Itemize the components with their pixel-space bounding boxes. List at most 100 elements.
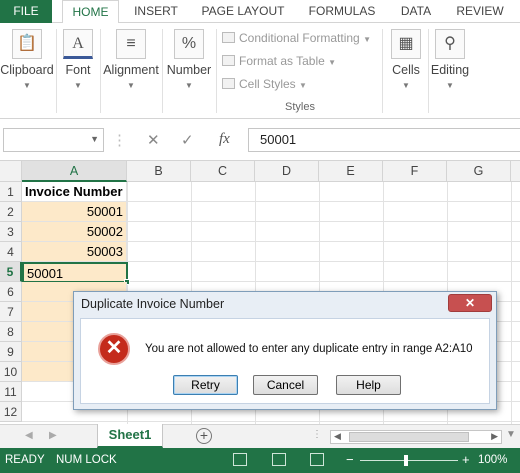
chevron-down-icon: ▼ [328,58,337,67]
sheet-prev-icon[interactable]: ◀ [25,430,33,441]
tab-split-grip-icon[interactable]: ⋮ [312,429,322,440]
scroll-down-icon[interactable]: ▼ [506,429,516,440]
sheet-tab-sheet1[interactable]: Sheet1 [97,424,163,448]
formula-bar-grip-icon: ⋮ [112,132,127,149]
name-box[interactable]: ▼ [3,128,104,152]
zoom-out-icon[interactable]: − [346,452,354,467]
clipboard-group[interactable]: 📋 Clipboard ▼ [0,23,54,119]
column-header-d[interactable]: D [255,161,319,182]
row-header-5[interactable]: 5 [0,262,22,282]
scroll-left-icon[interactable]: ◀ [334,431,341,442]
cell-a3[interactable]: 50002 [22,222,127,242]
column-header-f[interactable]: F [383,161,447,182]
page-break-view-icon[interactable] [310,453,324,466]
chevron-down-icon: ▼ [402,81,410,90]
row-header-9[interactable]: 9 [0,342,22,362]
tab-formulas[interactable]: FORMULAS [304,0,380,23]
status-num-lock: NUM LOCK [56,454,117,466]
group-separator [56,29,57,113]
row-header-8[interactable]: 8 [0,322,22,342]
retry-button[interactable]: Retry [173,375,238,395]
find-icon: ⚲ [435,29,465,59]
alignment-icon: ≡ [116,29,146,59]
sheet-tab-bar: ◀ ▶ Sheet1 + ⋮ ◀ ▶ ▼ [0,424,520,448]
cell-styles-label: Cell Styles [239,77,296,91]
row-header-1[interactable]: 1 [0,182,22,202]
tab-data[interactable]: DATA [393,0,439,23]
formula-input[interactable]: 50001 [248,128,520,152]
group-separator [382,29,383,113]
cell-a2[interactable]: 50001 [22,202,127,222]
sheet-next-icon[interactable]: ▶ [49,430,57,441]
duplicate-invoice-dialog: Duplicate Invoice Number ✕ ✕ You are not… [73,291,497,410]
add-sheet-icon[interactable]: + [196,428,212,444]
tab-insert[interactable]: INSERT [130,0,182,23]
row-header-12[interactable]: 12 [0,402,22,422]
chevron-down-icon: ▼ [299,81,307,90]
cell-styles-button[interactable]: Cell Styles ▼ [222,75,307,93]
dialog-close-button[interactable]: ✕ [448,294,492,312]
chevron-down-icon: ▼ [90,134,99,144]
row-header-3[interactable]: 3 [0,222,22,242]
group-separator [100,29,101,113]
column-header-c[interactable]: C [191,161,255,182]
clipboard-label: Clipboard [0,63,54,77]
cancel-icon[interactable]: ✕ [147,131,160,149]
tab-review[interactable]: REVIEW [452,0,508,23]
cells-group[interactable]: ▦ Cells ▼ [384,23,428,119]
scrollbar-thumb[interactable] [349,432,469,442]
dialog-title: Duplicate Invoice Number [81,297,225,311]
editing-group[interactable]: ⚲ Editing ▼ [428,23,472,119]
page-layout-view-icon[interactable] [272,453,286,466]
cell-a5-active[interactable]: 50001 [22,262,128,283]
number-group[interactable]: % Number ▼ [164,23,214,119]
ribbon-tab-bar: FILE HOME INSERT PAGE LAYOUT FORMULAS DA… [0,0,520,24]
column-header-g[interactable]: G [447,161,511,182]
normal-view-icon[interactable] [233,453,247,466]
format-as-table-button[interactable]: Format as Table ▼ [222,52,336,70]
column-header-b[interactable]: B [127,161,191,182]
cells-icon: ▦ [391,29,421,59]
row-header-6[interactable]: 6 [0,282,22,302]
row-header-10[interactable]: 10 [0,362,22,382]
enter-icon[interactable]: ✓ [181,131,194,149]
styles-group-label: Styles [285,101,315,113]
status-bar: READY NUM LOCK − + 100% [0,448,520,473]
zoom-in-icon[interactable]: + [462,452,470,467]
zoom-slider[interactable] [360,460,458,461]
tab-file[interactable]: FILE [0,0,52,23]
alignment-group[interactable]: ≡ Alignment ▼ [102,23,160,119]
conditional-formatting-button[interactable]: Conditional Formatting ▼ [222,29,371,47]
editing-label: Editing [430,63,470,77]
column-header-e[interactable]: E [319,161,383,182]
row-header-2[interactable]: 2 [0,202,22,222]
cell-a4[interactable]: 50003 [22,242,127,262]
cell-a1[interactable]: Invoice Number [22,182,127,202]
row-header-7[interactable]: 7 [0,302,22,322]
select-all-corner[interactable] [0,161,22,182]
font-label: Font [65,63,91,77]
chevron-down-icon: ▼ [23,81,31,90]
tab-page-layout[interactable]: PAGE LAYOUT [198,0,288,23]
row-header-4[interactable]: 4 [0,242,22,262]
help-button[interactable]: Help [336,375,401,395]
column-header-partial [511,161,520,182]
cancel-button[interactable]: Cancel [253,375,318,395]
insert-function-icon[interactable]: fx [219,131,230,148]
conditional-formatting-icon [222,32,235,43]
zoom-slider-knob[interactable] [404,455,408,466]
column-header-a[interactable]: A [22,161,127,182]
zoom-level[interactable]: 100% [478,454,507,466]
tab-home[interactable]: HOME [62,0,119,24]
font-icon: A [63,29,93,59]
chevron-down-icon: ▼ [74,81,82,90]
scroll-right-icon[interactable]: ▶ [491,431,498,442]
row-header-11[interactable]: 11 [0,382,22,402]
cell-styles-icon [222,78,235,89]
alignment-label: Alignment [103,63,159,77]
horizontal-scrollbar[interactable]: ◀ ▶ [330,430,502,444]
group-separator [162,29,163,113]
font-group[interactable]: A Font ▼ [58,23,98,119]
error-icon: ✕ [98,333,130,365]
format-table-icon [222,55,235,66]
